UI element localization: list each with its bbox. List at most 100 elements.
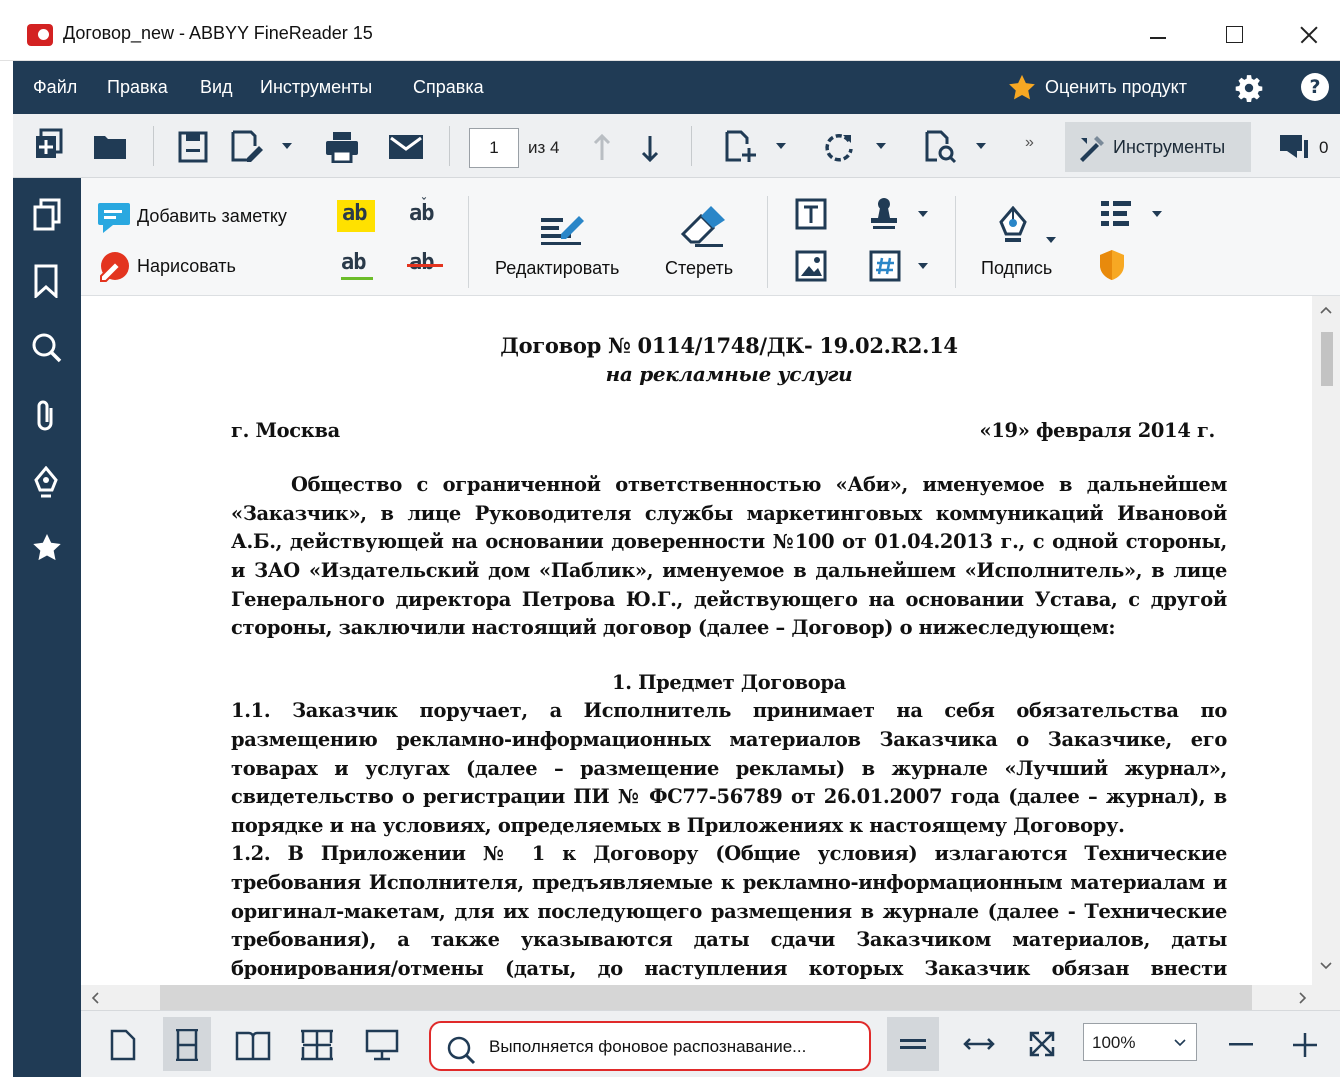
- menu-help[interactable]: Справка: [413, 77, 484, 98]
- previous-page-icon[interactable]: [593, 134, 611, 162]
- horizontal-scrollbar[interactable]: [81, 985, 1340, 1010]
- add-picture-icon[interactable]: [795, 250, 827, 282]
- bookmarks-panel-icon[interactable]: [31, 264, 61, 298]
- vertical-scrollbar[interactable]: [1312, 296, 1340, 985]
- add-note-label: Добавить заметку: [137, 206, 287, 226]
- minimize-button[interactable]: [1130, 14, 1186, 54]
- search-icon[interactable]: [31, 332, 63, 364]
- pages-panel-icon[interactable]: [31, 198, 63, 232]
- toolbar-overflow-button[interactable]: »: [1025, 134, 1034, 152]
- ribbon-separator: [468, 196, 469, 288]
- search-icon: [447, 1036, 476, 1065]
- erase-label: Стереть: [665, 258, 734, 278]
- menu-bar: Файл Правка Вид Инструменты Справка Оцен…: [13, 61, 1340, 114]
- chevron-down-icon[interactable]: [875, 142, 887, 150]
- next-page-icon[interactable]: [641, 134, 659, 162]
- erase-button[interactable]: Стереть: [655, 202, 751, 286]
- section-1-heading: 1. Предмет Договора: [612, 670, 846, 694]
- strikethrough-text-icon: ab: [409, 250, 434, 275]
- list-options-icon[interactable]: [1099, 198, 1133, 228]
- chevron-down-icon[interactable]: [917, 262, 929, 270]
- zoom-select[interactable]: 100%: [1083, 1023, 1197, 1061]
- recognize-page-icon[interactable]: [925, 130, 959, 164]
- document-city: г. Москва: [231, 418, 340, 442]
- fit-width-button[interactable]: [887, 1017, 939, 1071]
- attachments-icon[interactable]: [31, 398, 61, 434]
- scroll-down-icon[interactable]: [1320, 962, 1332, 970]
- tools-icon: [1080, 136, 1104, 162]
- star-icon[interactable]: [31, 532, 63, 564]
- scroll-up-icon[interactable]: [1320, 306, 1332, 314]
- highlight-text-button[interactable]: ab: [337, 200, 375, 232]
- tools-button[interactable]: Инструменты: [1065, 122, 1251, 172]
- draw-button[interactable]: Нарисовать: [97, 250, 267, 284]
- comments-icon[interactable]: [1279, 134, 1309, 162]
- chevron-down-icon[interactable]: [1151, 210, 1163, 218]
- open-folder-icon[interactable]: [93, 134, 127, 160]
- insert-text-button[interactable]: ab ˇ: [407, 196, 443, 232]
- shield-icon[interactable]: [1097, 248, 1127, 282]
- status-bar: Выполняется фоновое распознавание... 100…: [81, 1010, 1340, 1077]
- title-bar: Договор_new - ABBYY FineReader 15: [0, 0, 1340, 61]
- eraser-icon: [680, 206, 725, 247]
- menu-file[interactable]: Файл: [33, 77, 77, 98]
- gear-icon[interactable]: [1235, 74, 1263, 102]
- maximize-button[interactable]: [1206, 14, 1262, 54]
- chevron-down-icon: [1046, 237, 1056, 243]
- menu-view[interactable]: Вид: [200, 77, 233, 98]
- horizontal-scroll-thumb[interactable]: [160, 985, 1252, 1010]
- two-page-continuous-icon[interactable]: [299, 1029, 335, 1061]
- document-title: Договор № 0114/1748/ДК- 19.02.R2.14: [500, 333, 958, 358]
- vertical-scroll-thumb[interactable]: [1321, 332, 1333, 386]
- editing-ribbon: Добавить заметку Нарисовать ab ab ˇ ab a…: [81, 178, 1340, 296]
- fit-page-width-arrows-icon[interactable]: [963, 1037, 995, 1051]
- rotate-icon[interactable]: [823, 131, 855, 163]
- zoom-value: 100%: [1092, 1033, 1136, 1052]
- chevron-down-icon[interactable]: [281, 142, 293, 150]
- save-as-icon[interactable]: [231, 130, 267, 164]
- add-page-icon[interactable]: [725, 130, 759, 164]
- toolbar-separator: [691, 126, 692, 166]
- signature-pen-icon: [999, 206, 1027, 242]
- page-number-field-icon[interactable]: [869, 250, 901, 282]
- scroll-right-icon[interactable]: [1299, 992, 1307, 1004]
- menu-edit[interactable]: Правка: [107, 77, 168, 98]
- close-window-button[interactable]: [1280, 14, 1336, 54]
- fit-page-icon[interactable]: [1029, 1031, 1055, 1057]
- chevron-down-icon[interactable]: [975, 142, 987, 150]
- rate-product-link[interactable]: Оценить продукт: [1045, 77, 1187, 98]
- caret-icon: ˇ: [421, 196, 427, 210]
- email-icon[interactable]: [388, 134, 424, 160]
- zoom-out-icon[interactable]: [1229, 1043, 1253, 1047]
- background-recognition-status[interactable]: Выполняется фоновое распознавание...: [429, 1021, 871, 1071]
- underline-text-button[interactable]: ab: [339, 250, 375, 284]
- document-intro-paragraph: Общество с ограниченной ответственностью…: [231, 473, 1227, 640]
- star-icon[interactable]: [1007, 73, 1037, 103]
- clause-1-2: 1.2. В Приложении № 1 к Договору (Общие …: [231, 842, 1227, 980]
- scroll-left-icon[interactable]: [91, 992, 99, 1004]
- stamp-icon[interactable]: [869, 196, 899, 230]
- edit-button[interactable]: Редактировать: [489, 202, 633, 286]
- menu-tools[interactable]: Инструменты: [260, 77, 372, 98]
- single-page-view-icon[interactable]: [109, 1029, 137, 1061]
- add-note-button[interactable]: Добавить заметку: [97, 200, 307, 234]
- signature-panel-icon[interactable]: [31, 466, 61, 502]
- chevron-down-icon[interactable]: [917, 210, 929, 218]
- new-document-icon[interactable]: [33, 128, 65, 162]
- signature-button[interactable]: Подпись: [975, 202, 1075, 286]
- help-icon[interactable]: ?: [1301, 73, 1329, 101]
- recognition-status-label: Выполняется фоновое распознавание...: [489, 1037, 807, 1056]
- strikethrough-text-button[interactable]: ab: [407, 250, 443, 284]
- zoom-in-icon[interactable]: [1293, 1033, 1317, 1057]
- add-text-block-icon[interactable]: [795, 198, 827, 230]
- document-view[interactable]: Договор № 0114/1748/ДК- 19.02.R2.14 на р…: [81, 296, 1340, 985]
- page-count-label: из 4: [528, 138, 560, 157]
- page-number-input[interactable]: 1: [469, 128, 519, 168]
- continuous-view-button[interactable]: [163, 1017, 211, 1071]
- full-screen-view-icon[interactable]: [365, 1029, 399, 1061]
- print-icon[interactable]: [325, 131, 359, 163]
- two-page-view-icon[interactable]: [235, 1029, 271, 1061]
- draw-icon: [100, 252, 129, 282]
- chevron-down-icon[interactable]: [775, 142, 787, 150]
- save-icon[interactable]: [178, 131, 208, 163]
